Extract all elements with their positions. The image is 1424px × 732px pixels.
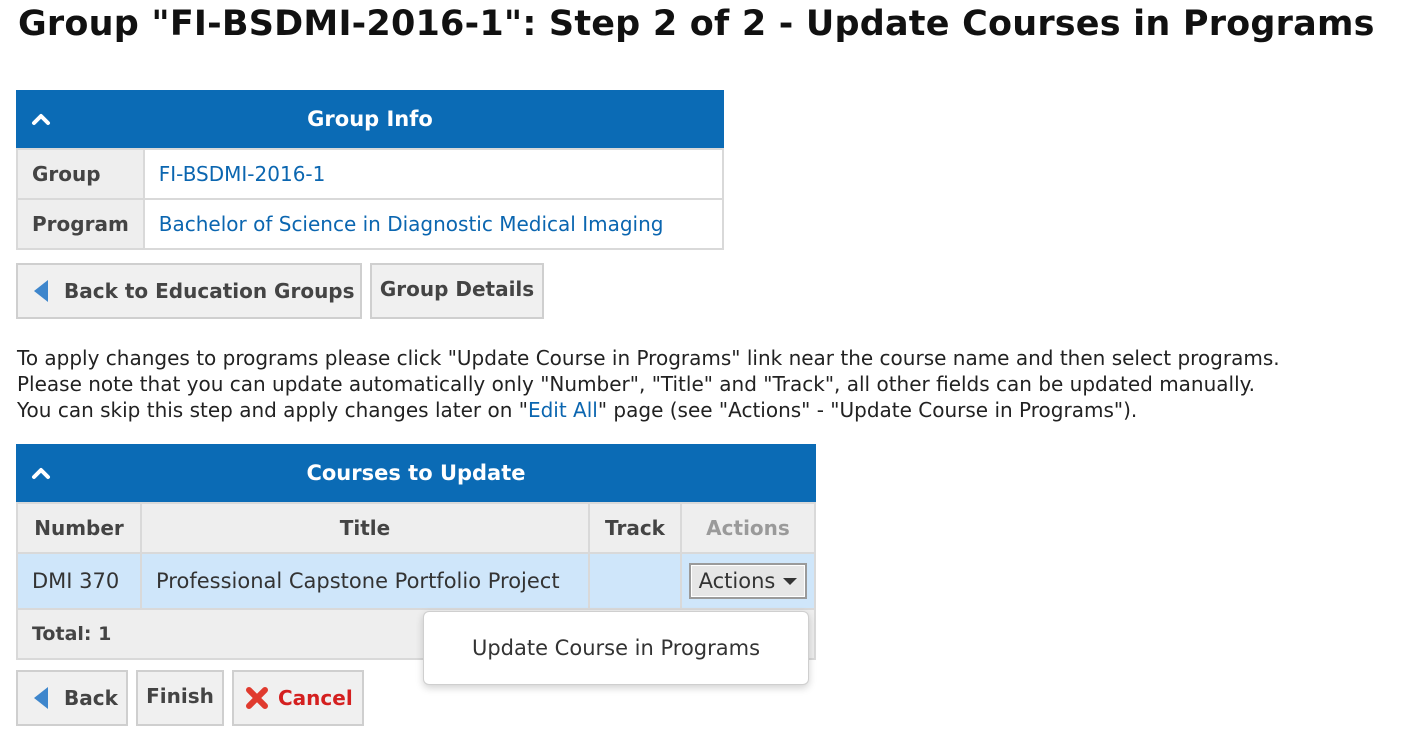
triangle-left-icon (34, 280, 48, 302)
group-info-title: Group Info (307, 107, 433, 131)
group-row: Group FI-BSDMI-2016-1 (16, 148, 725, 200)
group-info-header[interactable]: Group Info (16, 90, 724, 148)
edit-all-link[interactable]: Edit All (528, 398, 598, 422)
course-number: DMI 370 (16, 552, 142, 610)
finish-button-label: Finish (146, 684, 214, 708)
back-to-education-groups-label: Back to Education Groups (64, 279, 355, 303)
page-title: Group "FI-BSDMI-2016-1": Step 2 of 2 - U… (18, 4, 1375, 44)
course-title: Professional Capstone Portfolio Project (140, 552, 590, 610)
course-track (588, 552, 682, 610)
chevron-up-icon[interactable] (30, 108, 52, 130)
instructions-text: To apply changes to programs please clic… (17, 345, 1280, 423)
finish-button[interactable]: Finish (136, 670, 224, 726)
courses-title: Courses to Update (306, 461, 526, 485)
red-x-icon (246, 687, 268, 709)
course-actions-cell: Actions (680, 552, 816, 610)
courses-header-row: Number Title Track Actions (16, 502, 816, 554)
instructions-line-1: To apply changes to programs please clic… (17, 346, 1280, 370)
group-label: Group (16, 148, 145, 200)
back-to-education-groups-button[interactable]: Back to Education Groups (16, 263, 362, 319)
column-number[interactable]: Number (16, 502, 142, 554)
back-button-label: Back (64, 686, 118, 710)
column-track[interactable]: Track (588, 502, 682, 554)
program-link[interactable]: Bachelor of Science in Diagnostic Medica… (142, 198, 725, 250)
back-button[interactable]: Back (16, 670, 128, 726)
cancel-button[interactable]: Cancel (232, 670, 364, 726)
group-info-table: Group FI-BSDMI-2016-1 Program Bachelor o… (16, 148, 725, 250)
column-actions: Actions (680, 502, 816, 554)
group-info-panel: Group Info Group FI-BSDMI-2016-1 Program… (16, 90, 725, 250)
group-details-label: Group Details (379, 277, 535, 301)
actions-dropdown-menu: Update Course in Programs (423, 611, 809, 685)
courses-header[interactable]: Courses to Update (16, 444, 816, 502)
triangle-left-icon (34, 687, 48, 709)
group-details-button[interactable]: Group Details (370, 263, 544, 319)
column-title[interactable]: Title (140, 502, 590, 554)
menu-item-update-course-in-programs[interactable]: Update Course in Programs (472, 636, 760, 660)
chevron-up-icon[interactable] (30, 462, 52, 484)
instructions-line-2: Please note that you can update automati… (17, 372, 1255, 396)
table-row[interactable]: DMI 370 Professional Capstone Portfolio … (16, 552, 816, 610)
program-row: Program Bachelor of Science in Diagnosti… (16, 198, 725, 250)
caret-down-icon (783, 577, 798, 585)
cancel-button-label: Cancel (278, 686, 353, 710)
instructions-line-3: You can skip this step and apply changes… (17, 398, 1138, 422)
actions-dropdown-label: Actions (698, 569, 776, 593)
actions-dropdown-button[interactable]: Actions (688, 563, 808, 599)
group-link[interactable]: FI-BSDMI-2016-1 (142, 148, 725, 200)
program-label: Program (16, 198, 145, 250)
